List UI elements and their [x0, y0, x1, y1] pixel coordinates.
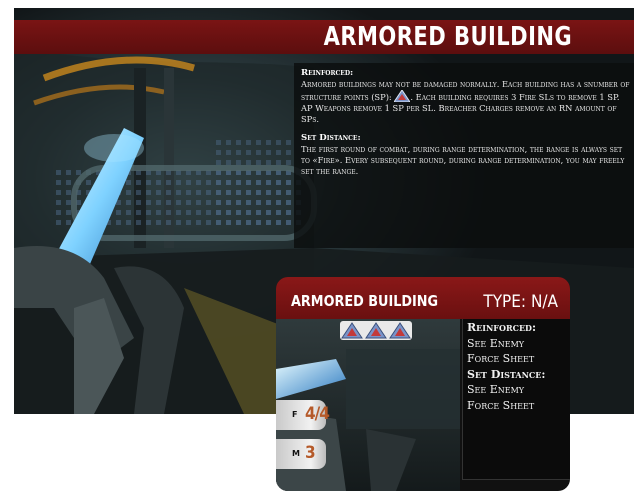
set-distance-heading: Set Distance:	[301, 133, 361, 143]
stat-fire-value: 4/4	[305, 404, 330, 424]
reinforced-heading: Reinforced:	[301, 68, 354, 78]
stat-fire-label: F	[292, 410, 298, 419]
warning-triangle-icon	[365, 322, 387, 339]
structure-points	[340, 321, 412, 340]
set-distance-text: The first round of combat, during range …	[301, 144, 625, 176]
card-name: ARMORED BUILDING	[291, 292, 439, 310]
warning-triangle-icon	[389, 322, 411, 339]
stat-move-label: M	[292, 449, 300, 458]
card-set-distance-line1: See Enemy	[467, 383, 525, 397]
structure-point-icons	[341, 322, 411, 339]
card-header: ARMORED BUILDING TYPE: N/A	[276, 277, 570, 319]
stat-fire: F 4/4	[276, 400, 330, 430]
stat-move: M 3	[276, 439, 326, 469]
title-bar: ARMORED BUILDING	[14, 20, 634, 54]
card-abilities: Reinforced: See Enemy Force Sheet Set Di…	[462, 319, 570, 480]
warning-triangle-icon	[394, 90, 411, 102]
card-reinforced-heading: Reinforced:	[467, 321, 537, 334]
rules-text: Reinforced: Armored buildings may not be…	[301, 68, 631, 185]
stat-move-value: 3	[305, 443, 316, 463]
card-set-distance-heading: Set Distance:	[467, 367, 546, 381]
sheet-title: ARMORED BUILDING	[323, 22, 572, 52]
card-reinforced-line2: Force Sheet	[467, 352, 535, 366]
unit-card: ARMORED BUILDING TYPE: N/A Reinforced: S…	[276, 277, 570, 491]
card-type: TYPE: N/A	[483, 292, 558, 312]
warning-triangle-icon	[341, 322, 363, 339]
reinforced-rule: Armored buildings may not be damaged nor…	[301, 79, 631, 125]
card-reinforced-line1: See Enemy	[467, 336, 525, 350]
card-set-distance-line2: Force Sheet	[467, 398, 535, 412]
